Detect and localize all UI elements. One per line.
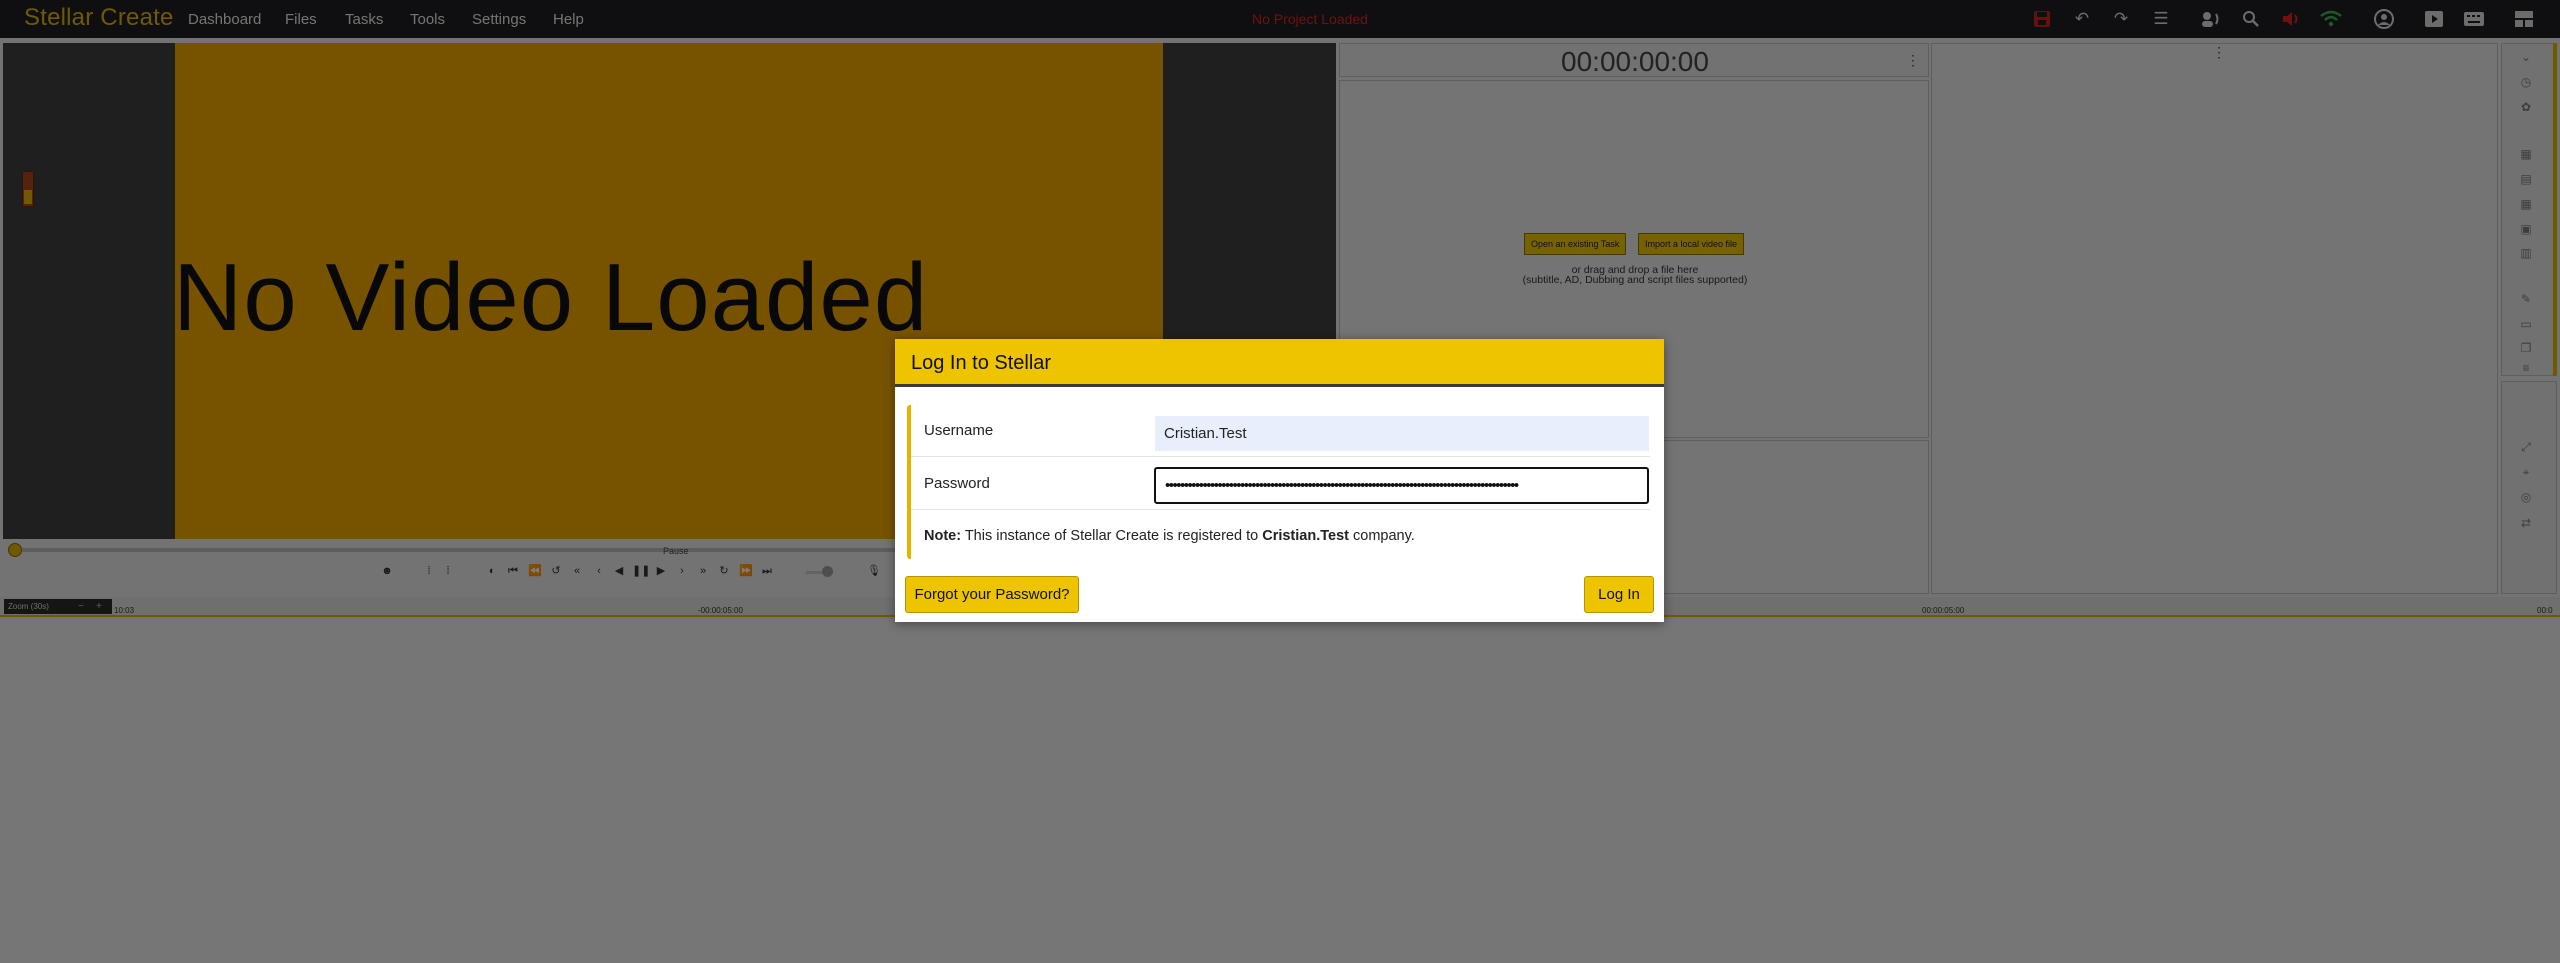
password-row: Password (911, 458, 1650, 510)
login-form: Username Password Note: This instance of… (907, 405, 1650, 559)
username-row: Username (911, 405, 1650, 457)
forgot-password-button[interactable]: Forgot your Password? (905, 576, 1079, 613)
username-field[interactable] (1155, 416, 1649, 451)
registration-note: Note: This instance of Stellar Create is… (924, 528, 1415, 544)
dialog-title: Log In to Stellar (911, 352, 1052, 374)
note-text: This instance of Stellar Create is regis… (961, 528, 1263, 544)
login-button[interactable]: Log In (1584, 576, 1654, 613)
username-label: Username (924, 422, 994, 439)
dialog-header: Log In to Stellar (895, 339, 1664, 387)
password-field[interactable] (1154, 467, 1649, 504)
note-suffix: company. (1348, 528, 1415, 544)
login-dialog: Log In to Stellar Username Password Note… (895, 339, 1664, 622)
note-prefix: Note: (924, 528, 962, 544)
password-label: Password (924, 475, 990, 492)
note-company: Cristian.Test (1262, 528, 1349, 544)
